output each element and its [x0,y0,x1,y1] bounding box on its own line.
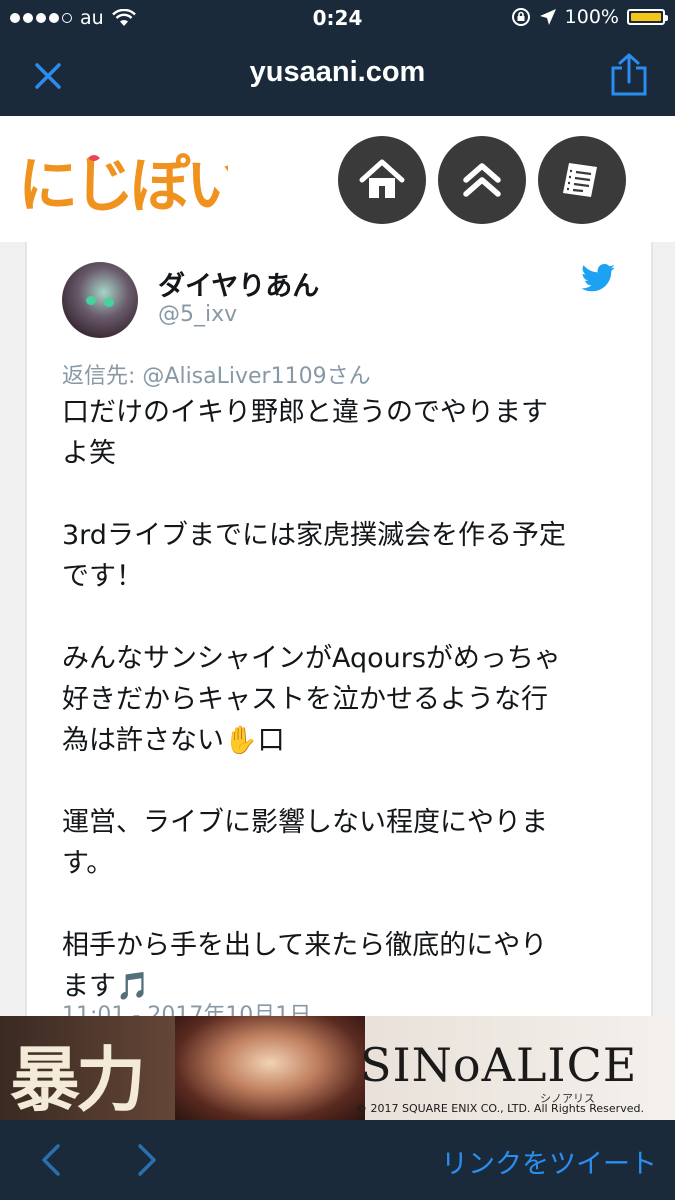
home-button[interactable] [338,136,426,224]
tweet-handle[interactable]: @5_ixv [158,302,237,327]
battery-percent: 100% [564,6,619,28]
tweet-text: 口だけのイキり野郎と違うのでやります よ笑 3rdライブまでには家虎撲滅会を作る… [62,397,566,1002]
back-chevron-icon[interactable] [36,1142,66,1178]
site-header: にじぽい [0,116,675,242]
status-bar: au 0:24 100% [0,0,675,38]
logo-text: にじぽい [18,151,228,221]
browser-nav-bar: yusaani.com [0,38,675,116]
ad-banner[interactable]: 暴力 SINoALICE シノアリス © 2017 SQUARE ENIX CO… [0,1016,675,1120]
rotation-lock-icon [511,8,530,26]
document-list-icon [563,163,597,197]
ad-copyright: © 2017 SQUARE ENIX CO., LTD. All Rights … [356,1102,644,1115]
site-logo[interactable]: にじぽい [18,138,228,228]
scroll-top-button[interactable] [438,136,526,224]
embedded-tweet[interactable]: ダイヤりあん @5_ixv 返信先: @AlisaLiver1109さん 口だけ… [25,242,653,1042]
browser-toolbar: リンクをツイート [0,1120,675,1200]
forward-chevron-icon[interactable] [132,1142,162,1178]
location-icon [539,9,556,25]
avatar[interactable] [62,262,138,338]
ad-title: SINoALICE [360,1038,638,1092]
ad-character-image [175,1016,365,1120]
ad-kanji-text: 暴力 [10,1038,146,1120]
double-chevron-up-icon [463,163,501,197]
tweet-display-name[interactable]: ダイヤりあん [158,264,319,303]
home-icon [359,159,405,198]
page-url-title: yusaani.com [249,56,426,88]
battery-icon [627,9,668,25]
status-right: 100% [511,6,668,28]
tweet-link-button[interactable]: リンクをツイート [441,1142,657,1181]
reply-to-label[interactable]: 返信先: @AlisaLiver1109さん [62,358,371,390]
twitter-bird-icon[interactable] [581,264,615,292]
share-icon[interactable] [609,52,649,98]
article-list-button[interactable] [538,136,626,224]
